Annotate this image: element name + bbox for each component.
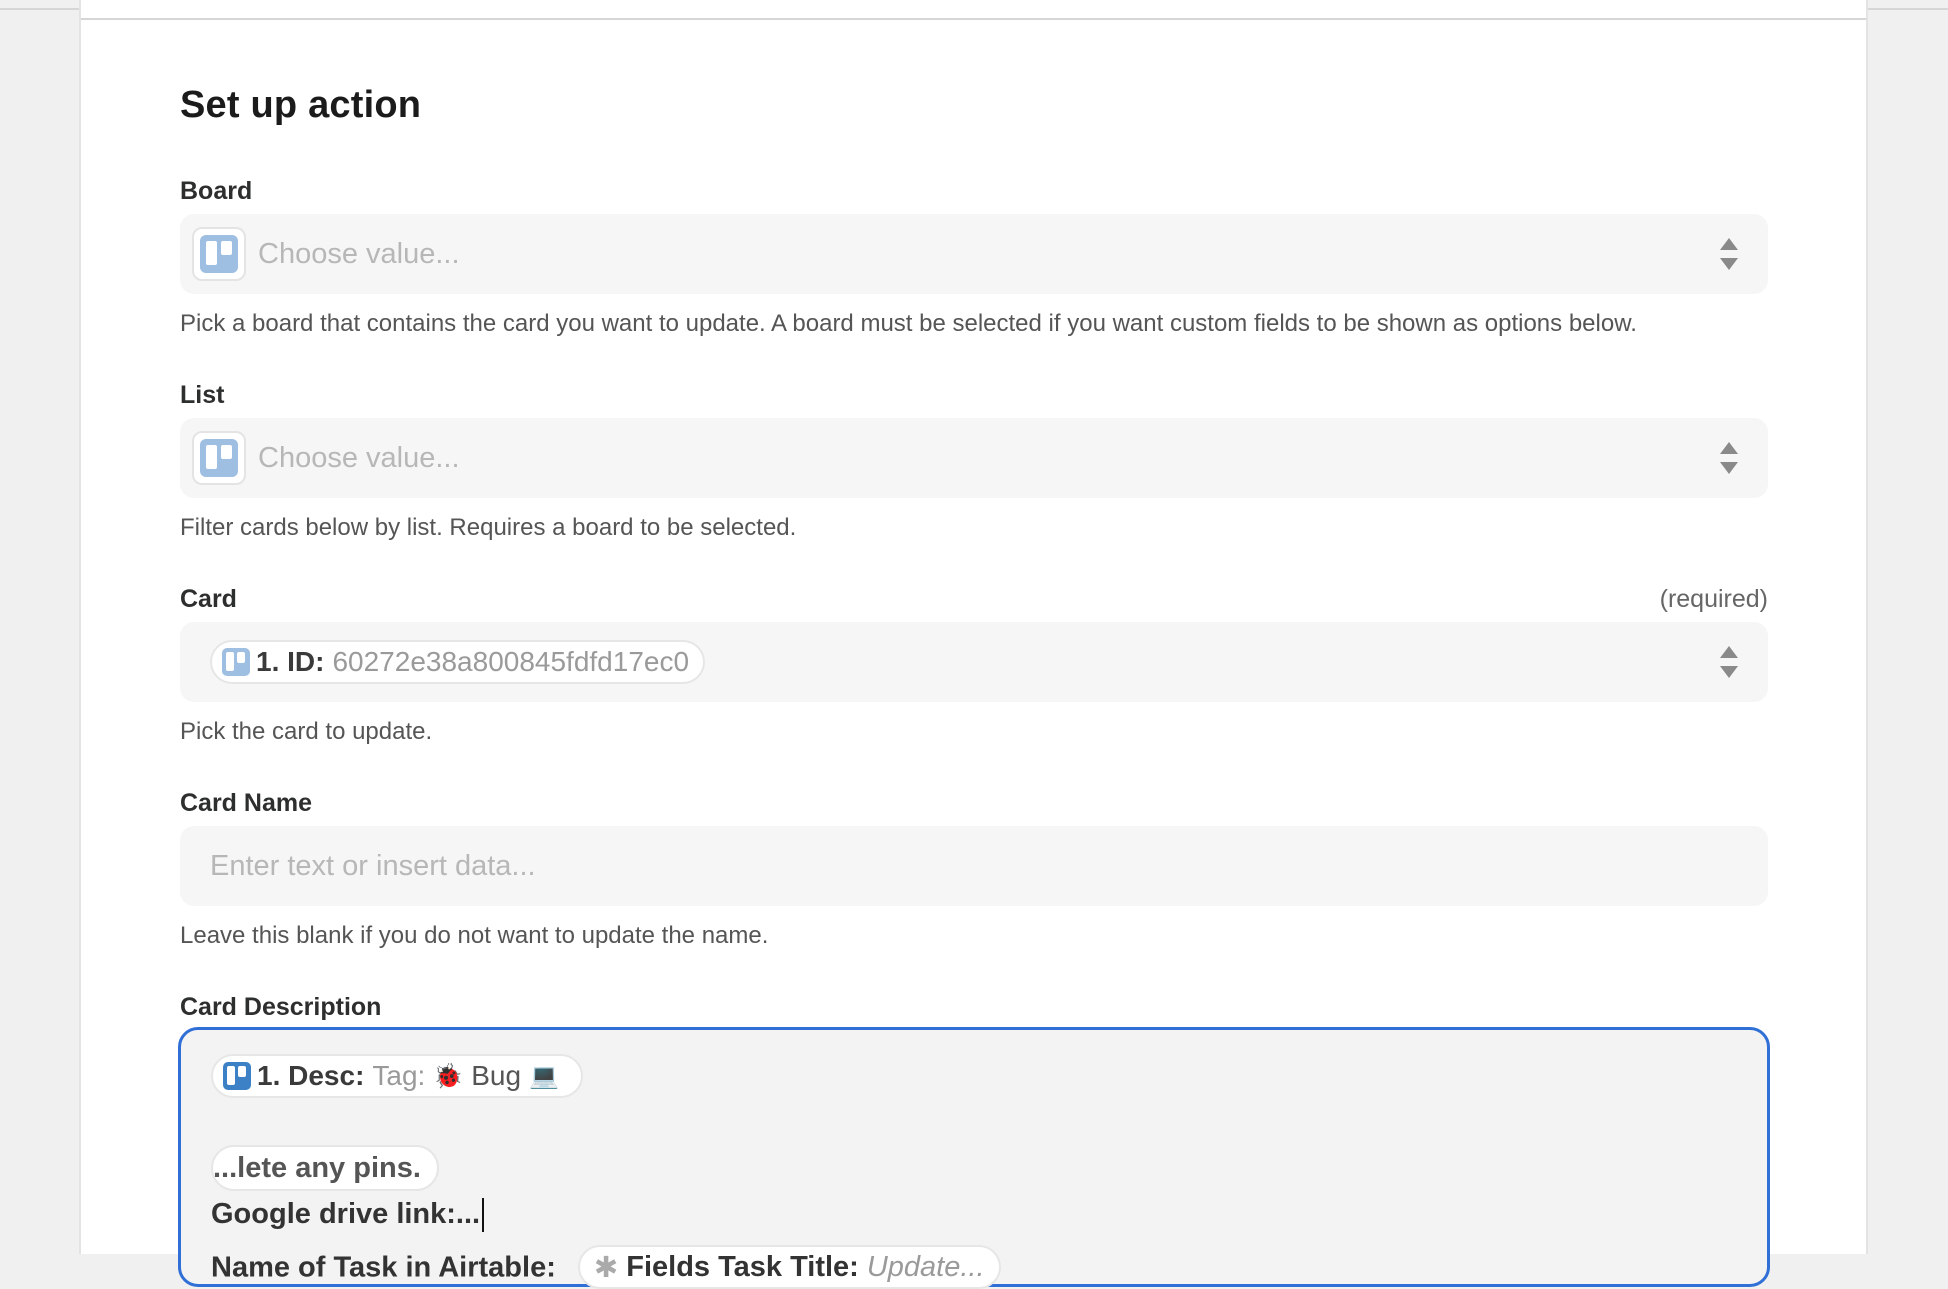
updown-arrows-icon [1720,646,1738,678]
airtable-icon: ✱ [593,1251,619,1284]
desc-pill-bug: Bug [471,1060,522,1091]
trello-icon [192,227,246,281]
card-description-label: Card Description [180,993,382,1021]
required-indicator: (required) [1659,585,1768,613]
card-name-help-text: Leave this blank if you do not want to u… [180,922,769,949]
desc-pill-key: 1. Desc: [257,1060,365,1091]
card-help-text: Pick the card to update. [180,718,433,745]
page-title: Set up action [180,84,422,126]
trello-icon [192,431,246,485]
card-description-editor[interactable]: 1. Desc: Tag: 🐞 Bug 💻 ...lete any pins. … [178,1027,1770,1289]
desc-drive-line: Google drive link:... [211,1198,485,1233]
card-select[interactable]: 1. ID: 60272e38a800845fdfd17ec0 [180,622,1768,702]
card-name-placeholder: Enter text or insert data... [210,849,536,882]
bug-icon: 🐞 [433,1062,464,1090]
card-name-label: Card Name [180,789,312,817]
list-label: List [180,381,225,409]
board-help-text: Pick a board that contains the card you … [180,310,1637,337]
trello-icon [222,648,250,676]
drive-line-text: Google drive link:... [211,1198,481,1230]
list-help-text: Filter cards below by list. Requires a b… [180,514,797,541]
cut-line-text: Name of Task in Airtable: [211,1251,556,1284]
desc-partial-pill[interactable]: ...lete any pins. [211,1145,439,1191]
list-select[interactable]: Choose value... [180,418,1768,498]
card-label: Card [180,585,237,613]
laptop-icon: 💻 [529,1062,559,1090]
panel-top-divider [81,18,1866,20]
card-desc-pill[interactable]: 1. Desc: Tag: 🐞 Bug 💻 [211,1054,583,1098]
card-name-input[interactable]: Enter text or insert data... [180,826,1768,906]
board-label: Board [180,177,253,205]
updown-arrows-icon [1720,238,1738,270]
trello-icon [223,1062,251,1090]
cut-pill-key: Fields Task Title: [626,1250,859,1283]
board-placeholder: Choose value... [258,237,460,270]
card-id-pill[interactable]: 1. ID: 60272e38a800845fdfd17ec0 [210,640,706,684]
desc-partial-text: ...lete any pins. [213,1151,421,1184]
card-id-value: 60272e38a800845fdfd17ec0 [332,646,690,677]
card-id-key: 1. ID: [256,646,325,677]
desc-pill-tag: Tag: [372,1060,426,1091]
desc-cut-line: Name of Task in Airtable: ✱ Fields Task … [211,1245,1001,1289]
setup-panel: Set up action Board Choose value... Pick… [79,0,1868,1289]
airtable-field-pill[interactable]: ✱ Fields Task Title: Update... [577,1245,1001,1289]
updown-arrows-icon [1720,442,1738,474]
text-caret [482,1198,485,1233]
list-placeholder: Choose value... [258,441,460,474]
cut-pill-value: Update... [866,1250,985,1283]
board-select[interactable]: Choose value... [180,214,1768,294]
